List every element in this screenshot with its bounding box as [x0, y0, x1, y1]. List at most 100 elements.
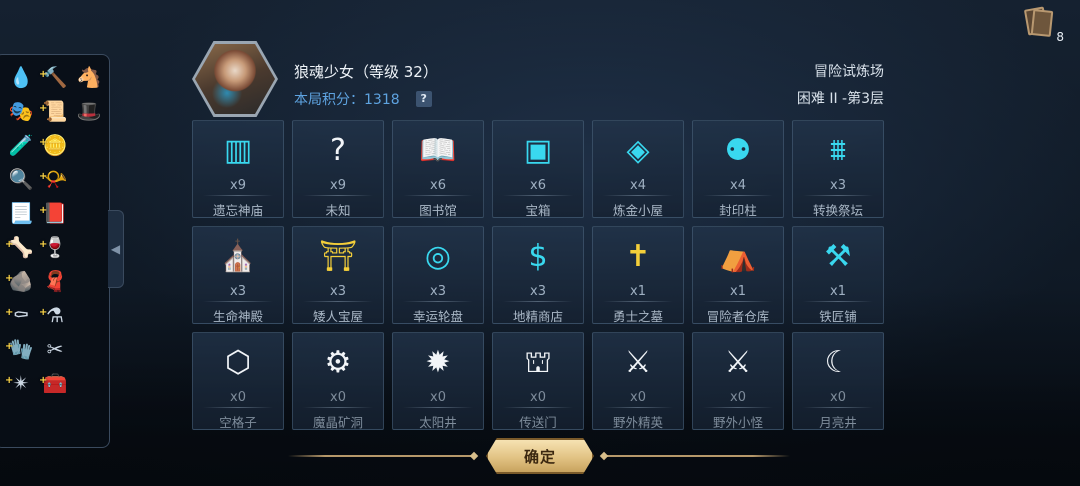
inventory-slot[interactable]: 🧪	[7, 131, 35, 159]
tile-separator	[603, 195, 673, 196]
inventory-slot[interactable]: 🎭	[7, 97, 35, 125]
room-tile[interactable]: ✹ x0 太阳井	[392, 332, 484, 430]
room-tile[interactable]: ⚙ x0 魔晶矿洞	[292, 332, 384, 430]
inventory-slot[interactable]: ✴ +	[5, 369, 35, 397]
room-label: 铁匠铺	[819, 309, 857, 324]
inventory-slot[interactable]: 🐴	[75, 63, 103, 91]
room-tile[interactable]: ◈ x4 炼金小屋	[592, 120, 684, 218]
room-tile[interactable]: ◎ x3 幸运轮盘	[392, 226, 484, 324]
inventory-slot-empty	[75, 199, 103, 227]
room-tile[interactable]: ⛺ x1 冒险者仓库	[692, 226, 784, 324]
collapse-panel-tab[interactable]: ◀	[108, 210, 124, 288]
tile-separator	[203, 407, 273, 408]
inventory-slot[interactable]: 🪙 +	[39, 131, 69, 159]
confirm-divider-right	[599, 451, 790, 461]
room-tile[interactable]: ⛩ x3 矮人宝屋	[292, 226, 384, 324]
room-tile[interactable]: ▣ x6 宝箱	[492, 120, 584, 218]
inventory-slot[interactable]: 📃	[7, 199, 35, 227]
inventory-slot[interactable]: 🔨 +	[39, 63, 69, 91]
inventory-slot[interactable]: 🧤 +	[5, 335, 35, 363]
room-tile[interactable]: ⚔ x0 野外精英	[592, 332, 684, 430]
room-tile[interactable]: ⩩ x3 转换祭坛	[792, 120, 884, 218]
upgrade-plus-icon: +	[39, 307, 48, 318]
room-tile[interactable]: ⚔ x0 野外小怪	[692, 332, 784, 430]
tile-separator	[503, 195, 573, 196]
upgrade-plus-icon: +	[5, 375, 14, 386]
magnifier-icon: 🔍	[8, 167, 34, 191]
life-shrine-icon: ⛪	[219, 239, 257, 274]
roulette-icon: ◎	[424, 239, 452, 274]
location-title: 冒险试炼场	[814, 64, 884, 80]
room-tile[interactable]: ⛪ x3 生命神殿	[192, 226, 284, 324]
tile-separator	[503, 407, 573, 408]
room-count: x0	[430, 390, 446, 405]
room-label: 宝箱	[525, 203, 551, 218]
tile-separator	[403, 301, 473, 302]
inventory-slot[interactable]: 🔍	[7, 165, 35, 193]
room-label: 魔晶矿洞	[312, 415, 363, 430]
inventory-slot[interactable]: 📕 +	[39, 199, 69, 227]
inventory-slot[interactable]: 💧	[7, 63, 35, 91]
room-label: 月亮井	[819, 415, 857, 430]
potion-set-icon: ⚗	[46, 303, 64, 327]
tile-separator	[803, 195, 873, 196]
inventory-slot[interactable]: 📜 +	[39, 97, 69, 125]
scroll-icon: 📃	[8, 201, 34, 225]
inventory-slot[interactable]: 📯 +	[39, 165, 69, 193]
room-label: 未知	[325, 203, 351, 218]
witch-hat-icon: 🎩	[76, 99, 102, 123]
room-tile[interactable]: 📖 x6 图书馆	[392, 120, 484, 218]
warehouse-icon: ⛺	[719, 239, 757, 274]
tile-separator	[703, 407, 773, 408]
help-button[interactable]: ?	[415, 91, 432, 107]
player-name: 狼魂少女（等级 32）	[294, 63, 438, 81]
inventory-slot[interactable]: 🍷 +	[39, 233, 69, 261]
upgrade-plus-icon: +	[39, 103, 48, 114]
inventory-slot[interactable]: 🪨 +	[5, 267, 35, 295]
room-label: 遗忘神庙	[212, 203, 263, 218]
inventory-slot[interactable]: ⚰ +	[5, 301, 35, 329]
room-tile[interactable]: ⚉ x4 封印柱	[692, 120, 784, 218]
tile-separator	[503, 301, 573, 302]
card-deck-counter[interactable]: 8	[1023, 6, 1064, 44]
confirm-button[interactable]: 确定	[486, 438, 594, 474]
inventory-slot[interactable]: ✂	[41, 335, 69, 363]
upgrade-plus-icon: +	[5, 341, 14, 352]
room-tile[interactable]: ⚒ x1 铁匠铺	[792, 226, 884, 324]
room-count: x1	[830, 284, 846, 299]
tile-separator	[803, 407, 873, 408]
tile-separator	[703, 301, 773, 302]
room-tile[interactable]: ? x9 未知	[292, 120, 384, 218]
score-value: 1318	[364, 92, 400, 108]
tile-separator	[203, 195, 273, 196]
tile-separator	[603, 301, 673, 302]
tile-separator	[203, 301, 273, 302]
portal-icon: ⛫	[524, 345, 552, 380]
room-count: x0	[630, 390, 646, 405]
room-count: x4	[630, 178, 646, 193]
room-tile[interactable]: ⛫ x0 传送门	[492, 332, 584, 430]
room-label: 幸运轮盘	[412, 309, 463, 324]
inventory-slot[interactable]: ⚗ +	[39, 301, 69, 329]
room-tile[interactable]: $ x3 地精商店	[492, 226, 584, 324]
inventory-slot[interactable]: 🎩	[75, 97, 103, 125]
room-label: 封印柱	[719, 203, 757, 218]
dwarf-vault-icon: ⛩	[318, 239, 358, 274]
upgrade-plus-icon: +	[39, 205, 48, 216]
room-tile[interactable]: ☾ x0 月亮井	[792, 332, 884, 430]
upgrade-plus-icon: +	[5, 239, 14, 250]
inventory-slot[interactable]: 🧰 +	[39, 369, 69, 397]
red-cloak-icon: 🧣	[42, 269, 68, 293]
room-tile[interactable]: ▥ x9 遗忘神庙	[192, 120, 284, 218]
inventory-slot-empty	[75, 131, 103, 159]
horse-head-icon: 🐴	[76, 65, 102, 89]
dark-hood-icon: 🎭	[8, 99, 34, 123]
spiked-ring-icon: ✴	[12, 371, 30, 395]
inventory-slot[interactable]: 🦴 +	[5, 233, 35, 261]
room-count: x3	[330, 284, 346, 299]
inventory-slot[interactable]: 🧣	[41, 267, 69, 295]
room-count: x3	[830, 178, 846, 193]
tombstone-icon: ✝	[625, 239, 651, 274]
room-tile[interactable]: ⬡ x0 空格子	[192, 332, 284, 430]
room-tile[interactable]: ✝ x1 勇士之墓	[592, 226, 684, 324]
